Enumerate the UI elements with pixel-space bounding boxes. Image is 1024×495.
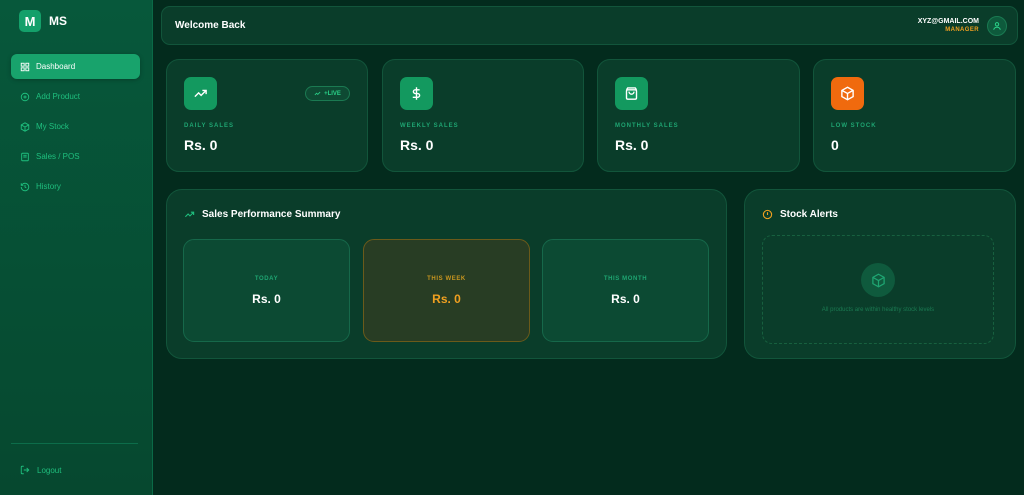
brand[interactable]: M MS [19,10,67,32]
package-icon [871,273,885,287]
sidebar-item-sales-pos[interactable]: Sales / POS [11,144,140,169]
sidebar: M MS Dashboard Add Product My Stock Sale… [0,0,153,495]
tile-label: THIS MONTH [603,276,648,282]
user-role: MANAGER [945,27,979,33]
sidebar-item-my-stock[interactable]: My Stock [11,114,140,139]
live-badge: +LIVE [305,86,350,101]
tile-value: Rs. 0 [432,292,461,306]
card-icon-box [184,77,217,110]
alert-circle-icon [762,209,773,220]
alerts-empty-state: All products are within healthy stock le… [762,235,994,344]
user-icon [993,22,1001,30]
stat-card-monthly-sales: MONTHLY SALES Rs. 0 [597,59,800,172]
tile-this-week: THIS WEEK Rs. 0 [363,239,530,342]
top-header: Welcome Back XYZ@GMAIL.COM MANAGER [161,6,1018,45]
stat-label: WEEKLY SALES [400,123,459,129]
empty-state-text: All products are within healthy stock le… [821,307,935,313]
sidebar-item-label: My Stock [36,122,69,131]
stat-label: DAILY SALES [184,123,235,129]
shopping-bag-icon [625,87,638,100]
stat-card-daily-sales: +LIVE DAILY SALES Rs. 0 [166,59,368,172]
sidebar-item-label: Sales / POS [36,152,80,161]
brand-logo: M [19,10,41,32]
sidebar-item-add-product[interactable]: Add Product [11,84,140,109]
stat-value: Rs. 0 [615,137,649,153]
sidebar-nav: Dashboard Add Product My Stock Sales / P… [11,54,140,204]
tile-label: THIS WEEK [427,276,466,282]
stat-label: LOW STOCK [831,123,877,129]
sidebar-item-history[interactable]: History [11,174,140,199]
tile-label: TODAY [254,276,279,282]
stat-card-weekly-sales: WEEKLY SALES Rs. 0 [382,59,584,172]
tile-value: Rs. 0 [252,292,281,306]
cart-icon [21,152,29,161]
plus-circle-icon [20,92,30,101]
card-icon-box [831,77,864,110]
panel-title: Stock Alerts [762,209,838,220]
logout-label: Logout [37,465,62,475]
stat-value: Rs. 0 [400,137,434,153]
sidebar-item-label: Dashboard [36,62,76,71]
stock-alerts-panel: Stock Alerts All products are within hea… [744,189,1016,359]
dollar-icon [412,87,421,100]
sidebar-divider [11,443,138,444]
tile-value: Rs. 0 [611,292,640,306]
sidebar-item-label: Add Product [36,92,81,101]
stat-card-low-stock: LOW STOCK 0 [813,59,1016,172]
stat-value: Rs. 0 [184,137,218,153]
tile-this-month: THIS MONTH Rs. 0 [542,239,709,342]
live-badge-label: +LIVE [324,90,341,97]
panel-title-text: Stock Alerts [780,209,838,220]
box-icon [20,121,30,132]
package-icon [841,86,854,101]
stat-label: MONTHLY SALES [615,123,679,129]
sales-performance-panel: Sales Performance Summary TODAY Rs. 0 TH… [166,189,727,359]
welcome-text: Welcome Back [175,20,246,31]
user-email: XYZ@GMAIL.COM [917,18,979,25]
brand-name: MS [49,14,67,28]
avatar[interactable] [987,16,1007,36]
panel-title: Sales Performance Summary [184,209,340,220]
history-icon [20,182,30,191]
card-icon-box [400,77,433,110]
grid-icon [20,62,30,71]
panel-title-text: Sales Performance Summary [202,209,341,220]
sidebar-item-label: History [36,182,61,191]
user-menu[interactable]: XYZ@GMAIL.COM MANAGER [918,16,1007,36]
user-info: XYZ@GMAIL.COM MANAGER [918,17,979,35]
tile-today: TODAY Rs. 0 [183,239,350,342]
card-icon-box [615,77,648,110]
empty-icon-circle [861,263,895,297]
logout-icon [20,465,30,475]
sidebar-item-dashboard[interactable]: Dashboard [11,54,140,79]
trending-up-icon [314,91,321,96]
trending-up-icon [184,211,195,218]
trending-up-icon [194,89,207,98]
logout-button[interactable]: Logout [20,465,61,475]
stat-value: 0 [831,137,839,153]
